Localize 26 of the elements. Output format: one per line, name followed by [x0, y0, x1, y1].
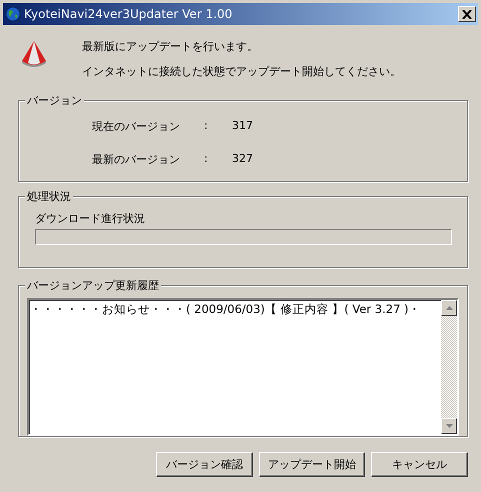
- message-text: インタネットに接続した状態でアップデート開始してください。: [82, 64, 401, 79]
- group-title: バージョンアップ更新履歴: [25, 278, 161, 293]
- close-icon: [462, 10, 472, 18]
- dialog-button[interactable]: キャンセル: [371, 452, 468, 477]
- warning-cone-icon: [20, 39, 48, 69]
- dialog-button[interactable]: バージョン確認: [156, 452, 253, 477]
- window-title: KyoteiNavi24ver3Updater Ver 1.00: [24, 7, 234, 21]
- scroll-up-button[interactable]: [441, 300, 457, 316]
- close-button[interactable]: [458, 6, 476, 22]
- separator-text: :: [204, 152, 209, 167]
- version-label: 最新のバージョン: [92, 152, 181, 167]
- separator-text: :: [204, 119, 209, 134]
- down-arrow-icon: [446, 424, 452, 428]
- history-textarea[interactable]: ・・・・・・お知らせ・・・( 2009/06/03)【 修正内容 】( Ver 3.27 )・: [27, 298, 459, 436]
- up-arrow-icon: [446, 306, 452, 310]
- version-value: 317: [232, 119, 253, 134]
- version-value: 327: [232, 152, 253, 167]
- dialog-button[interactable]: アップデート開始: [259, 452, 365, 477]
- group-title: 処理状況: [25, 189, 73, 204]
- history-text: ・・・・・・お知らせ・・・( 2009/06/03)【 修正内容 】( Ver 3.27 )・: [29, 301, 422, 318]
- group-title: バージョン: [25, 93, 84, 108]
- message-text: 最新版にアップデートを行います。: [82, 39, 259, 54]
- version-label: 現在のバージョン: [92, 119, 181, 134]
- globe-icon: [5, 6, 21, 22]
- scroll-down-button[interactable]: [441, 418, 457, 434]
- progress-label: ダウンロード進行状況: [34, 211, 146, 227]
